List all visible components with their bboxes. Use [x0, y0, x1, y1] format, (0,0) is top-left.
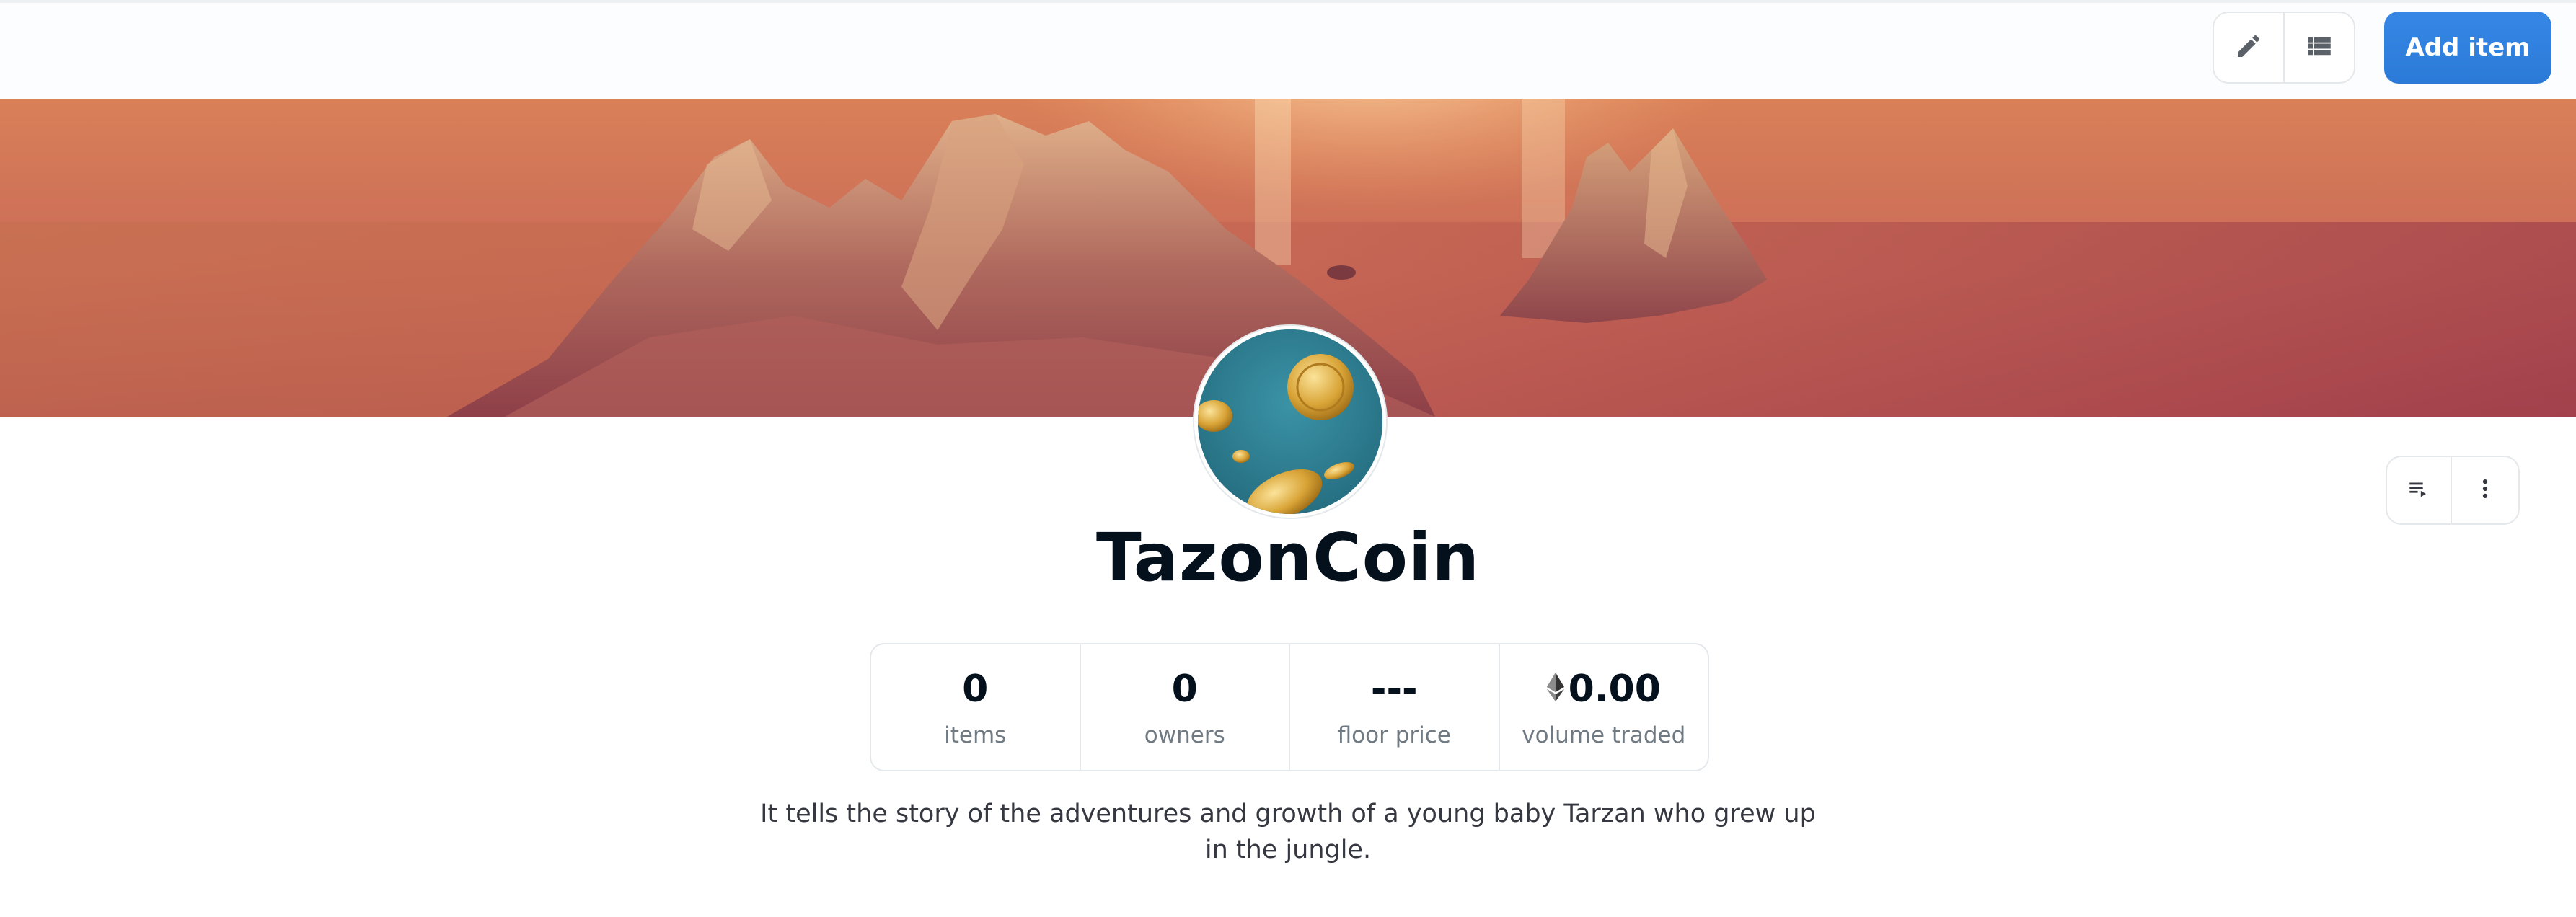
more-options-button[interactable]: [2451, 457, 2518, 523]
stat-floor-price[interactable]: --- floor price: [1289, 644, 1499, 770]
edit-button[interactable]: [2214, 13, 2283, 82]
collection-stats: 0 items 0 owners --- floor price 0.00 vo…: [870, 643, 1709, 771]
more-vertical-icon: [2473, 477, 2497, 504]
collection-description: It tells the story of the adventures and…: [760, 799, 1816, 864]
stat-value-row: 0.00: [1546, 666, 1661, 712]
top-bar: Add item: [0, 0, 2576, 99]
collection-avatar[interactable]: [1194, 326, 1386, 518]
stat-value: 0.00: [1568, 668, 1661, 711]
stat-value: 0: [1171, 668, 1198, 711]
top-divider: [0, 0, 2576, 3]
stat-owners[interactable]: 0 owners: [1079, 644, 1289, 770]
pencil-icon: [2234, 32, 2263, 63]
stat-label: floor price: [1337, 722, 1451, 748]
collection-edit-toolbar: [2213, 12, 2355, 84]
stat-label: items: [944, 722, 1007, 748]
stat-volume-traded[interactable]: 0.00 volume traded: [1498, 644, 1708, 770]
ethereum-icon: [1546, 668, 1564, 711]
stat-label: owners: [1144, 722, 1225, 748]
collection-title: TazonCoin: [1096, 519, 1480, 596]
stat-items[interactable]: 0 items: [871, 644, 1080, 770]
add-item-button[interactable]: Add item: [2384, 12, 2551, 84]
collection-actions: [2386, 456, 2520, 525]
playlist-icon: [2407, 477, 2431, 504]
playlist-button[interactable]: [2387, 457, 2451, 523]
stat-value: 0: [962, 668, 989, 711]
list-view-icon: [2304, 31, 2334, 64]
list-view-button[interactable]: [2283, 13, 2354, 82]
stat-value: ---: [1370, 668, 1418, 711]
stat-label: volume traded: [1522, 722, 1686, 748]
